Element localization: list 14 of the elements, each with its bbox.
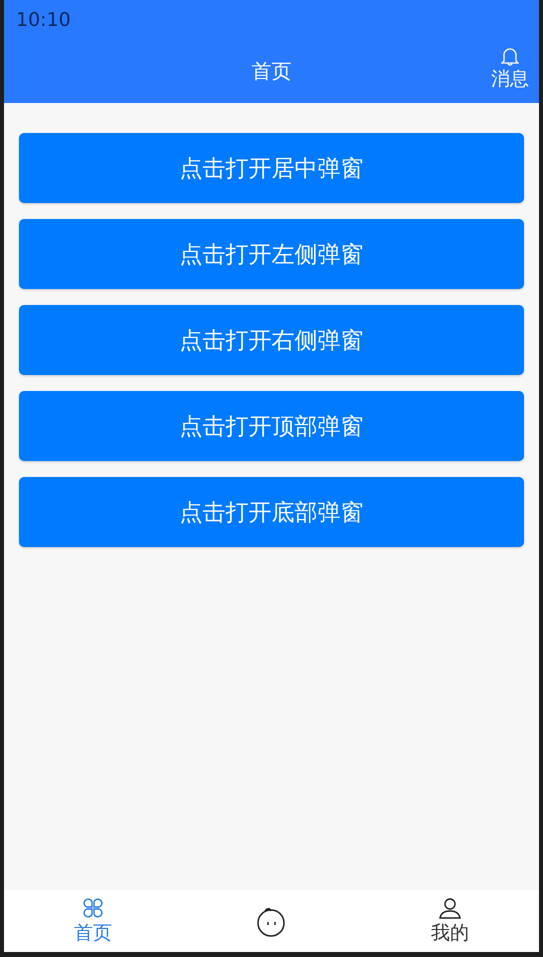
person-icon [438, 896, 461, 918]
status-time: 10:10 [16, 9, 71, 31]
messages-button[interactable]: 消息 [491, 46, 529, 92]
open-popup-button[interactable]: 点击打开居中弹窗 [19, 133, 524, 203]
open-popup-button[interactable]: 点击打开左侧弹窗 [19, 219, 524, 289]
tab-bar-item[interactable]: 我的 [360, 890, 539, 952]
page-title: 首页 [252, 58, 292, 85]
bell-icon [501, 46, 519, 66]
face-icon [255, 905, 288, 937]
tab-bar-item[interactable]: 首页 [4, 890, 182, 952]
open-popup-button[interactable]: 点击打开右侧弹窗 [19, 305, 524, 375]
open-popup-button[interactable]: 点击打开顶部弹窗 [19, 391, 524, 461]
open-popup-button[interactable]: 点击打开底部弹窗 [19, 477, 524, 547]
clover-icon [82, 896, 104, 918]
